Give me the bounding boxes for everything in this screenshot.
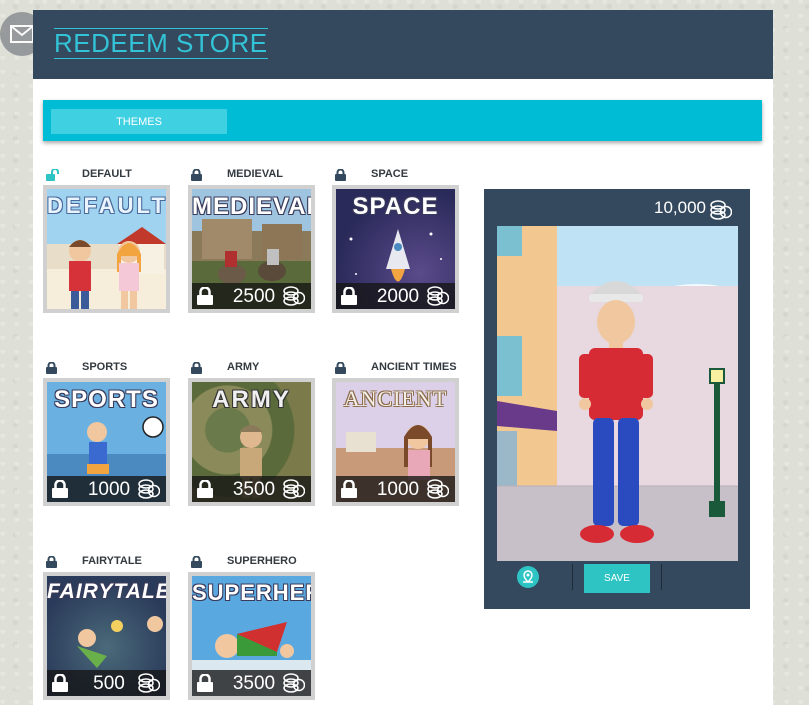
theme-name: DEFAULT — [82, 168, 132, 180]
theme-price: 2500 — [232, 286, 276, 307]
theme-art-title: ANCIENT — [343, 386, 448, 411]
theme-card-sports: SPORTS SPORTS 1000 — [43, 359, 171, 506]
lock-icon — [335, 361, 346, 379]
lock-icon — [52, 673, 68, 696]
location-pin-button[interactable] — [517, 566, 539, 588]
coin-icon — [138, 479, 161, 502]
theme-thumbnail-army[interactable]: ARMY 3500 — [188, 378, 315, 506]
avatar-action-bar: SAVE — [484, 562, 750, 593]
theme-price: 3500 — [232, 673, 276, 694]
theme-card-default: DEFAULT DEFAULT — [43, 166, 171, 313]
lock-icon — [341, 479, 357, 502]
price-bar: 2500 — [192, 283, 311, 309]
lock-icon — [335, 168, 346, 186]
price-bar: 500 — [47, 670, 166, 696]
lock-icon — [46, 555, 57, 573]
theme-card-space: SPACE SPACE 2000 — [332, 166, 460, 313]
lock-icon — [52, 479, 68, 502]
theme-name: SPACE — [371, 168, 409, 180]
theme-card-army: ARMY ARMY 3500 — [188, 359, 316, 506]
lock-icon — [191, 361, 202, 379]
theme-card-medieval: MEDIEVAL MEDIEVAL 2500 — [188, 166, 316, 313]
page-title: REDEEM STORE — [54, 28, 268, 59]
lock-icon — [197, 479, 213, 502]
theme-thumbnail-ancient-times[interactable]: ANCIENT 1000 — [332, 378, 459, 506]
theme-thumbnail-default[interactable]: DEFAULT — [43, 185, 170, 313]
lock-icon — [191, 555, 202, 573]
map-pin-icon — [523, 570, 533, 584]
theme-price: 500 — [93, 673, 125, 694]
price-bar: 1000 — [47, 476, 166, 502]
theme-art-title: DEFAULT — [47, 193, 166, 218]
coin-icon — [283, 673, 306, 696]
theme-name: ANCIENT TIMES — [371, 361, 457, 373]
price-bar: 2000 — [336, 283, 455, 309]
theme-thumbnail-fairytale[interactable]: FAIRYTALE 500 — [43, 572, 170, 700]
tab-themes[interactable]: THEMES — [51, 109, 227, 134]
theme-price: 1000 — [376, 479, 420, 500]
theme-card-superhero: SUPERHERO SUPERHERO 3500 — [188, 553, 316, 700]
coin-icon — [283, 286, 306, 309]
theme-price: 2000 — [376, 286, 420, 307]
price-bar: 3500 — [192, 670, 311, 696]
save-button[interactable]: SAVE — [584, 564, 650, 593]
coin-icon — [138, 673, 161, 696]
coin-icon — [427, 479, 450, 502]
theme-art-title: SUPERHERO — [192, 580, 311, 605]
lock-icon — [191, 168, 202, 186]
lock-icon — [197, 286, 213, 309]
theme-name: MEDIEVAL — [227, 168, 284, 180]
coin-balance: 10,000 — [654, 198, 706, 217]
theme-name: ARMY — [227, 361, 260, 373]
avatar-illustration — [497, 226, 738, 561]
theme-thumbnail-medieval[interactable]: MEDIEVAL 2500 — [188, 185, 315, 313]
store-header: REDEEM STORE — [33, 10, 773, 79]
theme-price: 3500 — [232, 479, 276, 500]
redeem-store-panel: REDEEM STORE THEMES DEFAULT DEFAULT MEDI… — [33, 10, 773, 705]
theme-thumbnail-superhero[interactable]: SUPERHERO 3500 — [188, 572, 315, 700]
category-tab-bar: THEMES — [43, 100, 762, 141]
theme-art-title: SPACE — [352, 193, 439, 220]
theme-name: SUPERHERO — [227, 555, 297, 567]
theme-art-title: MEDIEVAL — [192, 193, 311, 220]
unlock-icon — [46, 168, 60, 186]
coin-icon — [710, 200, 733, 225]
lock-icon — [341, 286, 357, 309]
lock-icon — [197, 673, 213, 696]
theme-thumbnail-sports[interactable]: SPORTS 1000 — [43, 378, 170, 506]
theme-art-title: ARMY — [212, 386, 291, 413]
price-bar: 1000 — [336, 476, 455, 502]
theme-price: 1000 — [87, 479, 131, 500]
coin-icon — [283, 479, 306, 502]
theme-art-title: FAIRYTALE — [47, 580, 166, 603]
avatar-preview-panel: 10,000 SAVE — [484, 189, 750, 609]
lock-icon — [46, 361, 57, 379]
theme-card-fairytale: FAIRYTALE FAIRYTALE 500 — [43, 553, 171, 700]
theme-art-title: SPORTS — [54, 386, 159, 413]
price-bar: 3500 — [192, 476, 311, 502]
divider — [572, 564, 573, 590]
divider — [661, 564, 662, 590]
theme-name: FAIRYTALE — [82, 555, 142, 567]
coin-icon — [427, 286, 450, 309]
theme-thumbnail-space[interactable]: SPACE 2000 — [332, 185, 459, 313]
theme-name: SPORTS — [82, 361, 128, 373]
avatar-scene — [497, 226, 738, 561]
theme-card-ancient-times: ANCIENT TIMES ANCIENT 1000 — [332, 359, 460, 506]
